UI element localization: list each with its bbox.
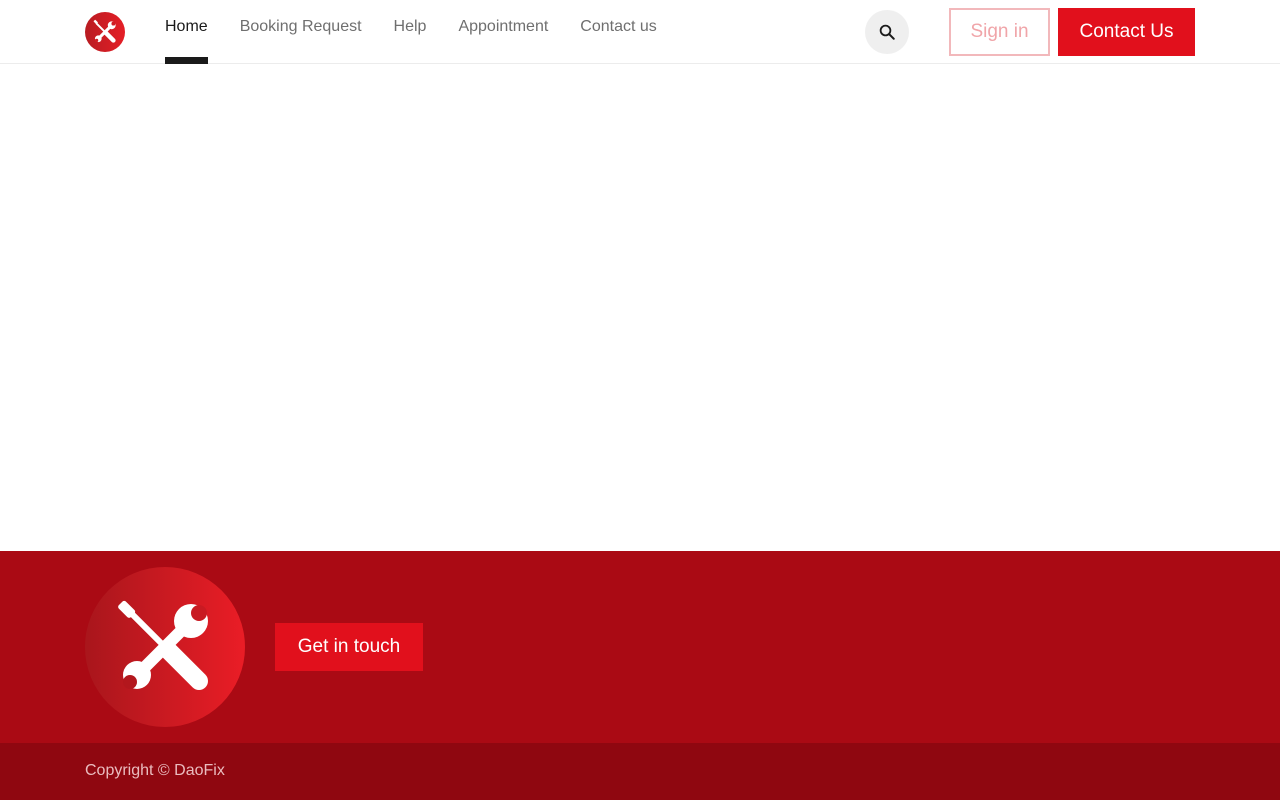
tools-icon [118,600,208,690]
sign-in-button[interactable]: Sign in [949,8,1050,56]
nav-item-label: Booking Request [239,18,362,35]
nav-item-label: Contact us [580,18,657,35]
search-button[interactable] [865,10,909,54]
contact-us-button[interactable]: Contact Us [1058,8,1195,56]
site-header: Home Booking Request Help Appointment Co… [0,0,1280,64]
tools-icon [93,19,116,43]
nav-item-help[interactable]: Help [378,0,443,64]
active-nav-indicator [165,57,208,64]
get-in-touch-button[interactable]: Get in touch [275,623,423,671]
nav-item-booking-request[interactable]: Booking Request [224,0,378,64]
nav-item-appointment[interactable]: Appointment [442,0,564,64]
main-content [0,64,1280,551]
search-icon [879,24,895,40]
nav-item-label: Home [165,18,208,35]
nav-item-label: Help [393,18,427,35]
footer-logo [85,567,245,727]
nav-item-label: Appointment [458,18,549,35]
site-logo[interactable] [85,12,125,52]
nav-item-contact-us[interactable]: Contact us [564,0,672,64]
nav-item-home[interactable]: Home [149,0,224,64]
copyright-text: Copyright © DaoFix [85,762,225,779]
main-nav: Home Booking Request Help Appointment Co… [149,0,673,64]
site-footer: Get in touch [0,551,1280,743]
copyright-bar: Copyright © DaoFix [0,743,1280,800]
